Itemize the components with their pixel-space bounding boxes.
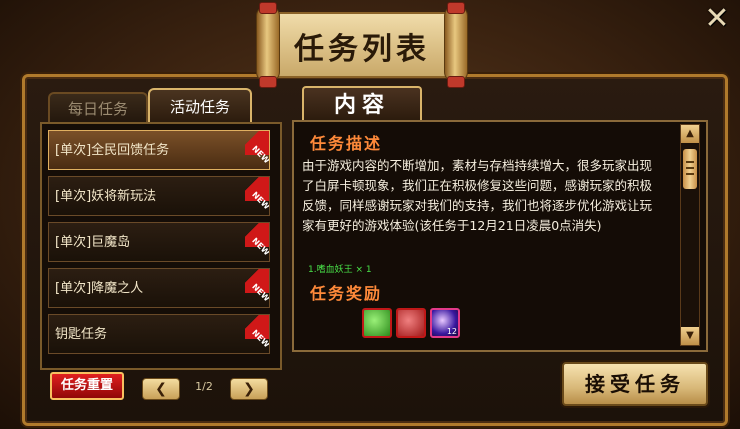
scroll-knob (259, 76, 277, 88)
green-gem-icon[interactable] (362, 308, 392, 338)
quest-item-label: [单次]降魔之人 (55, 281, 144, 296)
scroll-down-icon[interactable]: ▼ (681, 327, 699, 345)
content-tab: 内容 (302, 86, 422, 122)
description-title: 任务描述 (310, 134, 383, 153)
reset-quests-button[interactable]: 任务重置 (50, 372, 124, 400)
next-page-button[interactable]: ❯ (230, 378, 268, 400)
page-indicator: 1/2 (195, 380, 213, 393)
reward-title: 任务奖励 (310, 284, 383, 303)
red-gem-icon[interactable] (396, 308, 426, 338)
tab-daily-quests[interactable]: 每日任务 (48, 92, 148, 124)
scroll-up-icon[interactable]: ▲ (681, 125, 699, 143)
new-badge: NEW (245, 131, 269, 165)
scroll-roll-left (256, 6, 280, 82)
quest-item[interactable]: [单次]妖将新玩法 NEW (48, 176, 270, 216)
scroll-thumb[interactable] (683, 149, 697, 189)
quest-item[interactable]: [单次]全民回馈任务 NEW (48, 130, 270, 170)
reward-requirement: 1.嗜血妖王 × 1 (308, 265, 372, 275)
prev-page-button[interactable]: ❮ (142, 378, 180, 400)
scroll-roll-right (444, 6, 468, 82)
quest-item-label: 钥匙任务 (55, 327, 108, 342)
accept-quest-button[interactable]: 接受任务 (562, 362, 708, 406)
reward-count: 12 (446, 327, 457, 336)
quest-item[interactable]: 钥匙任务 NEW (48, 314, 270, 354)
new-badge: NEW (245, 177, 269, 211)
scroll-knob (259, 2, 277, 14)
scroll-knob (447, 76, 465, 88)
window-title: 任务列表 (294, 32, 430, 67)
purple-orb-icon[interactable]: 12 (430, 308, 460, 338)
new-badge: NEW (245, 223, 269, 257)
content-scrollbar[interactable]: ▲ ▼ (680, 124, 700, 346)
tab-event-quests[interactable]: 活动任务 (148, 88, 252, 124)
close-icon[interactable]: ✕ (700, 2, 734, 36)
quest-list: [单次]全民回馈任务 NEW [单次]妖将新玩法 NEW [单次]巨魔岛 NEW… (40, 122, 282, 370)
quest-item-label: [单次]全民回馈任务 (55, 143, 170, 158)
new-badge: NEW (245, 315, 269, 349)
title-scroll: 任务列表 (256, 2, 468, 88)
content-panel: 任务描述 由于游戏内容的不断增加，素材与存档持续增大，很多玩家出现了白屏卡顿现象… (292, 120, 708, 352)
quest-item[interactable]: [单次]降魔之人 NEW (48, 268, 270, 308)
quest-item-label: [单次]巨魔岛 (55, 235, 131, 250)
quest-item-label: [单次]妖将新玩法 (55, 189, 157, 204)
scroll-knob (447, 2, 465, 14)
new-badge: NEW (245, 269, 269, 303)
quest-item[interactable]: [单次]巨魔岛 NEW (48, 222, 270, 262)
quest-description: 由于游戏内容的不断增加，素材与存档持续增大，很多玩家出现了白屏卡顿现象，我们正在… (302, 158, 653, 233)
